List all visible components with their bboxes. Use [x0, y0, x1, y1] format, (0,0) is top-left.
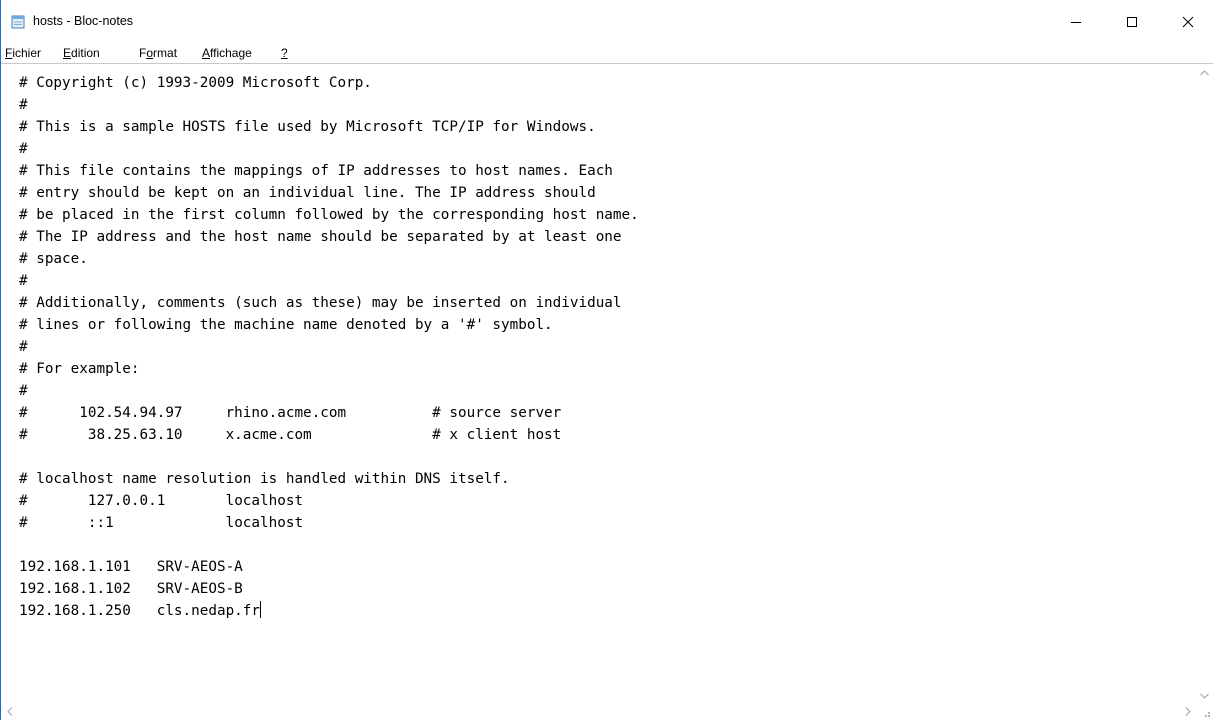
- scroll-left-arrow[interactable]: [1, 703, 18, 720]
- menu-format[interactable]: Format: [139, 46, 177, 61]
- maximize-button[interactable]: [1109, 0, 1155, 44]
- notepad-window: hosts - Bloc-notes Fichier Edition Forma…: [0, 0, 1213, 720]
- editor-content: # Copyright (c) 1993-2009 Microsoft Corp…: [19, 75, 639, 619]
- menu-affichage-accel: A: [202, 46, 211, 60]
- chevron-right-icon: [1185, 707, 1191, 716]
- maximize-icon: [1127, 17, 1137, 27]
- scroll-down-arrow[interactable]: [1196, 687, 1213, 704]
- menu-fichier-post: ichier: [12, 46, 42, 60]
- window-title: hosts - Bloc-notes: [33, 14, 134, 28]
- close-icon: [1182, 16, 1194, 28]
- text-editor[interactable]: # Copyright (c) 1993-2009 Microsoft Corp…: [1, 63, 1213, 720]
- chevron-left-icon: [6, 707, 12, 716]
- chevron-up-icon: [1200, 69, 1209, 75]
- menu-format-post: rmat: [153, 46, 178, 60]
- horizontal-scrollbar[interactable]: [1, 703, 1213, 720]
- vertical-scrollbar[interactable]: [1196, 64, 1213, 704]
- minimize-icon: [1071, 22, 1081, 23]
- resize-grip-icon: [1205, 712, 1210, 717]
- editor-text[interactable]: # Copyright (c) 1993-2009 Microsoft Corp…: [19, 72, 1189, 702]
- title-bar[interactable]: hosts - Bloc-notes: [1, 0, 1213, 44]
- menu-bar: Fichier Edition Format Affichage ?: [1, 44, 1213, 63]
- menu-edition[interactable]: Edition: [63, 46, 100, 61]
- menu-edition-accel: E: [63, 46, 72, 60]
- scroll-right-arrow[interactable]: [1179, 703, 1196, 720]
- chevron-down-icon: [1200, 693, 1209, 699]
- menu-affichage[interactable]: Affichage: [202, 46, 252, 61]
- minimize-button[interactable]: [1053, 0, 1099, 44]
- menu-help[interactable]: ?: [281, 46, 288, 61]
- close-button[interactable]: [1165, 0, 1211, 44]
- menu-help-accel: ?: [281, 46, 288, 60]
- notepad-icon: [11, 15, 25, 29]
- menu-fichier[interactable]: Fichier: [5, 46, 41, 61]
- text-caret: [260, 601, 262, 618]
- scroll-up-arrow[interactable]: [1196, 64, 1213, 81]
- menu-edition-post: dition: [71, 46, 100, 60]
- menu-affichage-post: ffichage: [210, 46, 252, 60]
- resize-grip[interactable]: [1196, 703, 1213, 720]
